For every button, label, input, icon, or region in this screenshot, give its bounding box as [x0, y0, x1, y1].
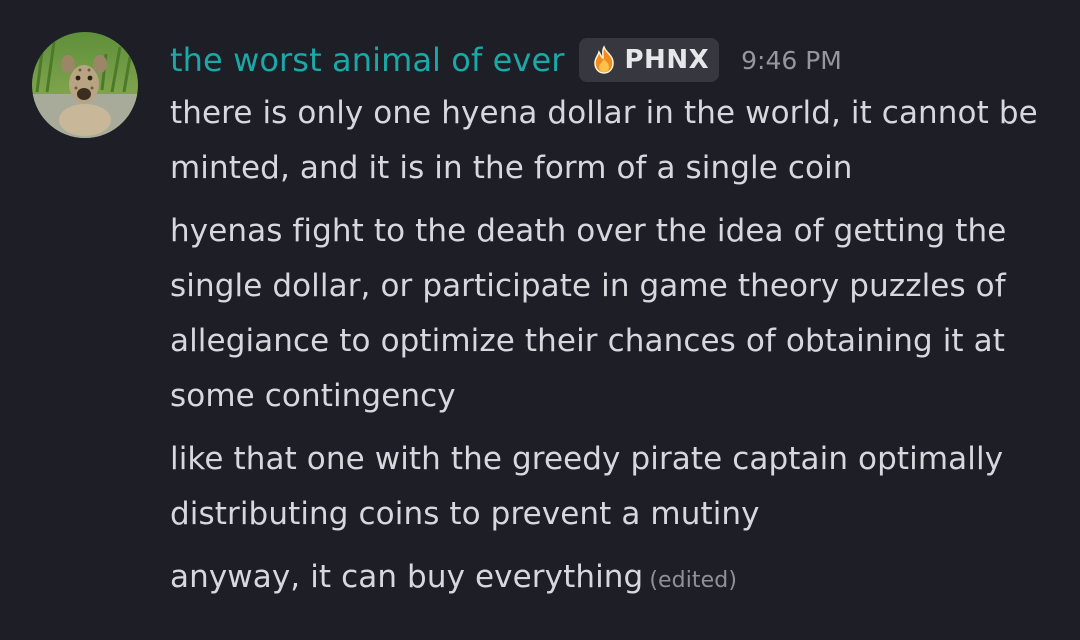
message-text: anyway, it can buy everything: [170, 559, 644, 595]
timestamp[interactable]: 9:46 PM: [741, 46, 842, 75]
clan-tag[interactable]: PHNX: [578, 38, 720, 82]
message-header: the worst animal of ever PHNX 9:46 PM: [170, 34, 842, 86]
edited-label: (edited): [649, 568, 738, 593]
hyena-avatar-icon: [32, 32, 138, 138]
message-list: there is only one hyena dollar in the wo…: [170, 86, 1060, 616]
message-text: like that one with the greedy pirate cap…: [170, 441, 1004, 532]
clan-name: PHNX: [624, 45, 710, 75]
message-last: anyway, it can buy everything (edited): [170, 550, 1060, 608]
user-avatar[interactable]: [32, 32, 138, 138]
flame-badge-icon: [593, 45, 614, 74]
username[interactable]: the worst animal of ever: [170, 41, 565, 79]
message-text: hyenas fight to the death over the idea …: [170, 213, 1007, 414]
message-text: there is only one hyena dollar in the wo…: [170, 95, 1038, 186]
